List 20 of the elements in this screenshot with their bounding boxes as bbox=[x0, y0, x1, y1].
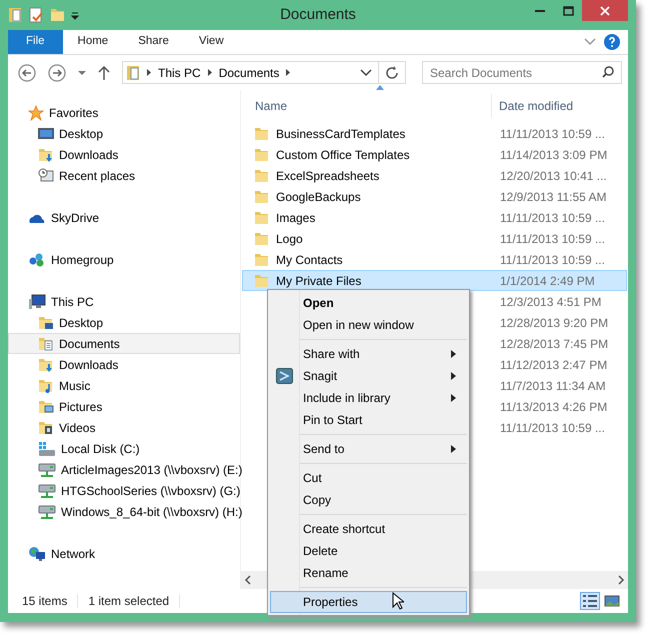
file-name: ExcelSpreadsheets bbox=[276, 168, 380, 184]
file-name: BusinessCardTemplates bbox=[276, 126, 406, 142]
file-name: Custom Office Templates bbox=[276, 146, 410, 164]
date-modified: 12/20/2013 10:41 ... bbox=[500, 168, 607, 184]
date-modified: 11/11/2013 10:59 ... bbox=[500, 230, 605, 248]
file-name: GoogleBackups bbox=[276, 188, 361, 206]
date-modified: 11/11/2013 10:59 ... bbox=[500, 126, 605, 142]
date-modified: 11/11/2013 10:59 ... bbox=[500, 210, 605, 226]
selection-count: 1 item selected bbox=[88, 593, 170, 610]
date-modified: 11/11/2013 10:59 ... bbox=[500, 252, 605, 268]
date-modified: 11/12/2013 2:47 PM bbox=[500, 356, 608, 374]
date-modified: 11/14/2013 3:09 PM bbox=[500, 146, 608, 164]
file-name: My Private Files bbox=[276, 272, 362, 290]
item-count: 15 items bbox=[22, 593, 68, 610]
file-name: Logo bbox=[276, 230, 303, 248]
window-title: Documents bbox=[279, 4, 357, 25]
date-modified: 1/1/2014 2:49 PM bbox=[500, 272, 595, 290]
file-name: Images bbox=[276, 210, 316, 226]
date-modified: 12/9/2013 11:55 AM bbox=[500, 188, 607, 206]
file-name: My Contacts bbox=[276, 252, 343, 268]
